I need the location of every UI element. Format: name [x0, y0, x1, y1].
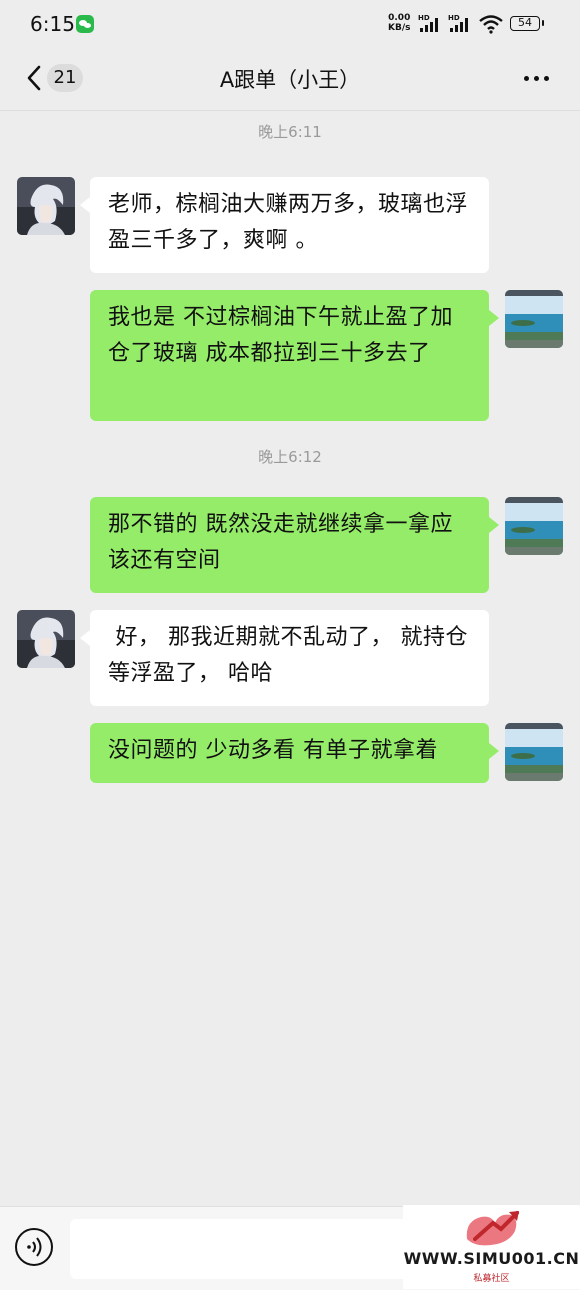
logo-icon: [466, 1211, 519, 1246]
more-options-icon[interactable]: [524, 68, 554, 88]
signal-strength-icon: HD: [448, 14, 472, 32]
contact-avatar[interactable]: [17, 177, 75, 235]
watermark-subtitle: 私募社区: [473, 1274, 510, 1284]
incoming-message: 老师，棕榈油大赚两万多，玻璃也浮盈三千多了，爽啊 。: [80, 177, 489, 273]
outgoing-message: 我也是 不过棕榈油下午就止盈了加仓了玻璃 成本都拉到三十多去了: [90, 290, 499, 421]
status-time: 6:15: [30, 12, 75, 36]
outgoing-message: 没问题的 少动多看 有单子就拿着: [90, 723, 499, 783]
watermark-text: WWW.SIMU001.CN: [403, 1249, 580, 1268]
wifi-icon: [479, 15, 503, 34]
voice-input-button[interactable]: [15, 1228, 53, 1266]
incoming-message: 好， 那我近期就不乱动了， 就持仓等浮盈了， 哈哈: [80, 610, 489, 706]
outgoing-message: 那不错的 既然没走就继续拿一拿应该还有空间: [90, 497, 499, 593]
user-avatar[interactable]: [505, 290, 563, 348]
network-speed: 0.00 KB/s: [388, 13, 411, 33]
wechat-notification-icon: [76, 15, 94, 33]
battery-icon: 54: [510, 16, 544, 31]
chat-title: A跟单（小王）: [219, 68, 361, 92]
watermark: WWW.SIMU001.CN 私募社区: [403, 1205, 580, 1289]
chat-header: 21 A跟单（小王）: [0, 50, 580, 111]
message-timestamp: 晚上6:12: [258, 448, 322, 466]
signal-strength-icon: HD: [418, 14, 442, 32]
user-avatar[interactable]: [505, 723, 563, 781]
user-avatar[interactable]: [505, 497, 563, 555]
voice-icon: [27, 1237, 42, 1257]
contact-avatar[interactable]: [17, 610, 75, 668]
message-timestamp: 晚上6:11: [258, 123, 322, 141]
status-bar: 6:15 0.00 KB/s HD HD 54: [0, 0, 580, 50]
